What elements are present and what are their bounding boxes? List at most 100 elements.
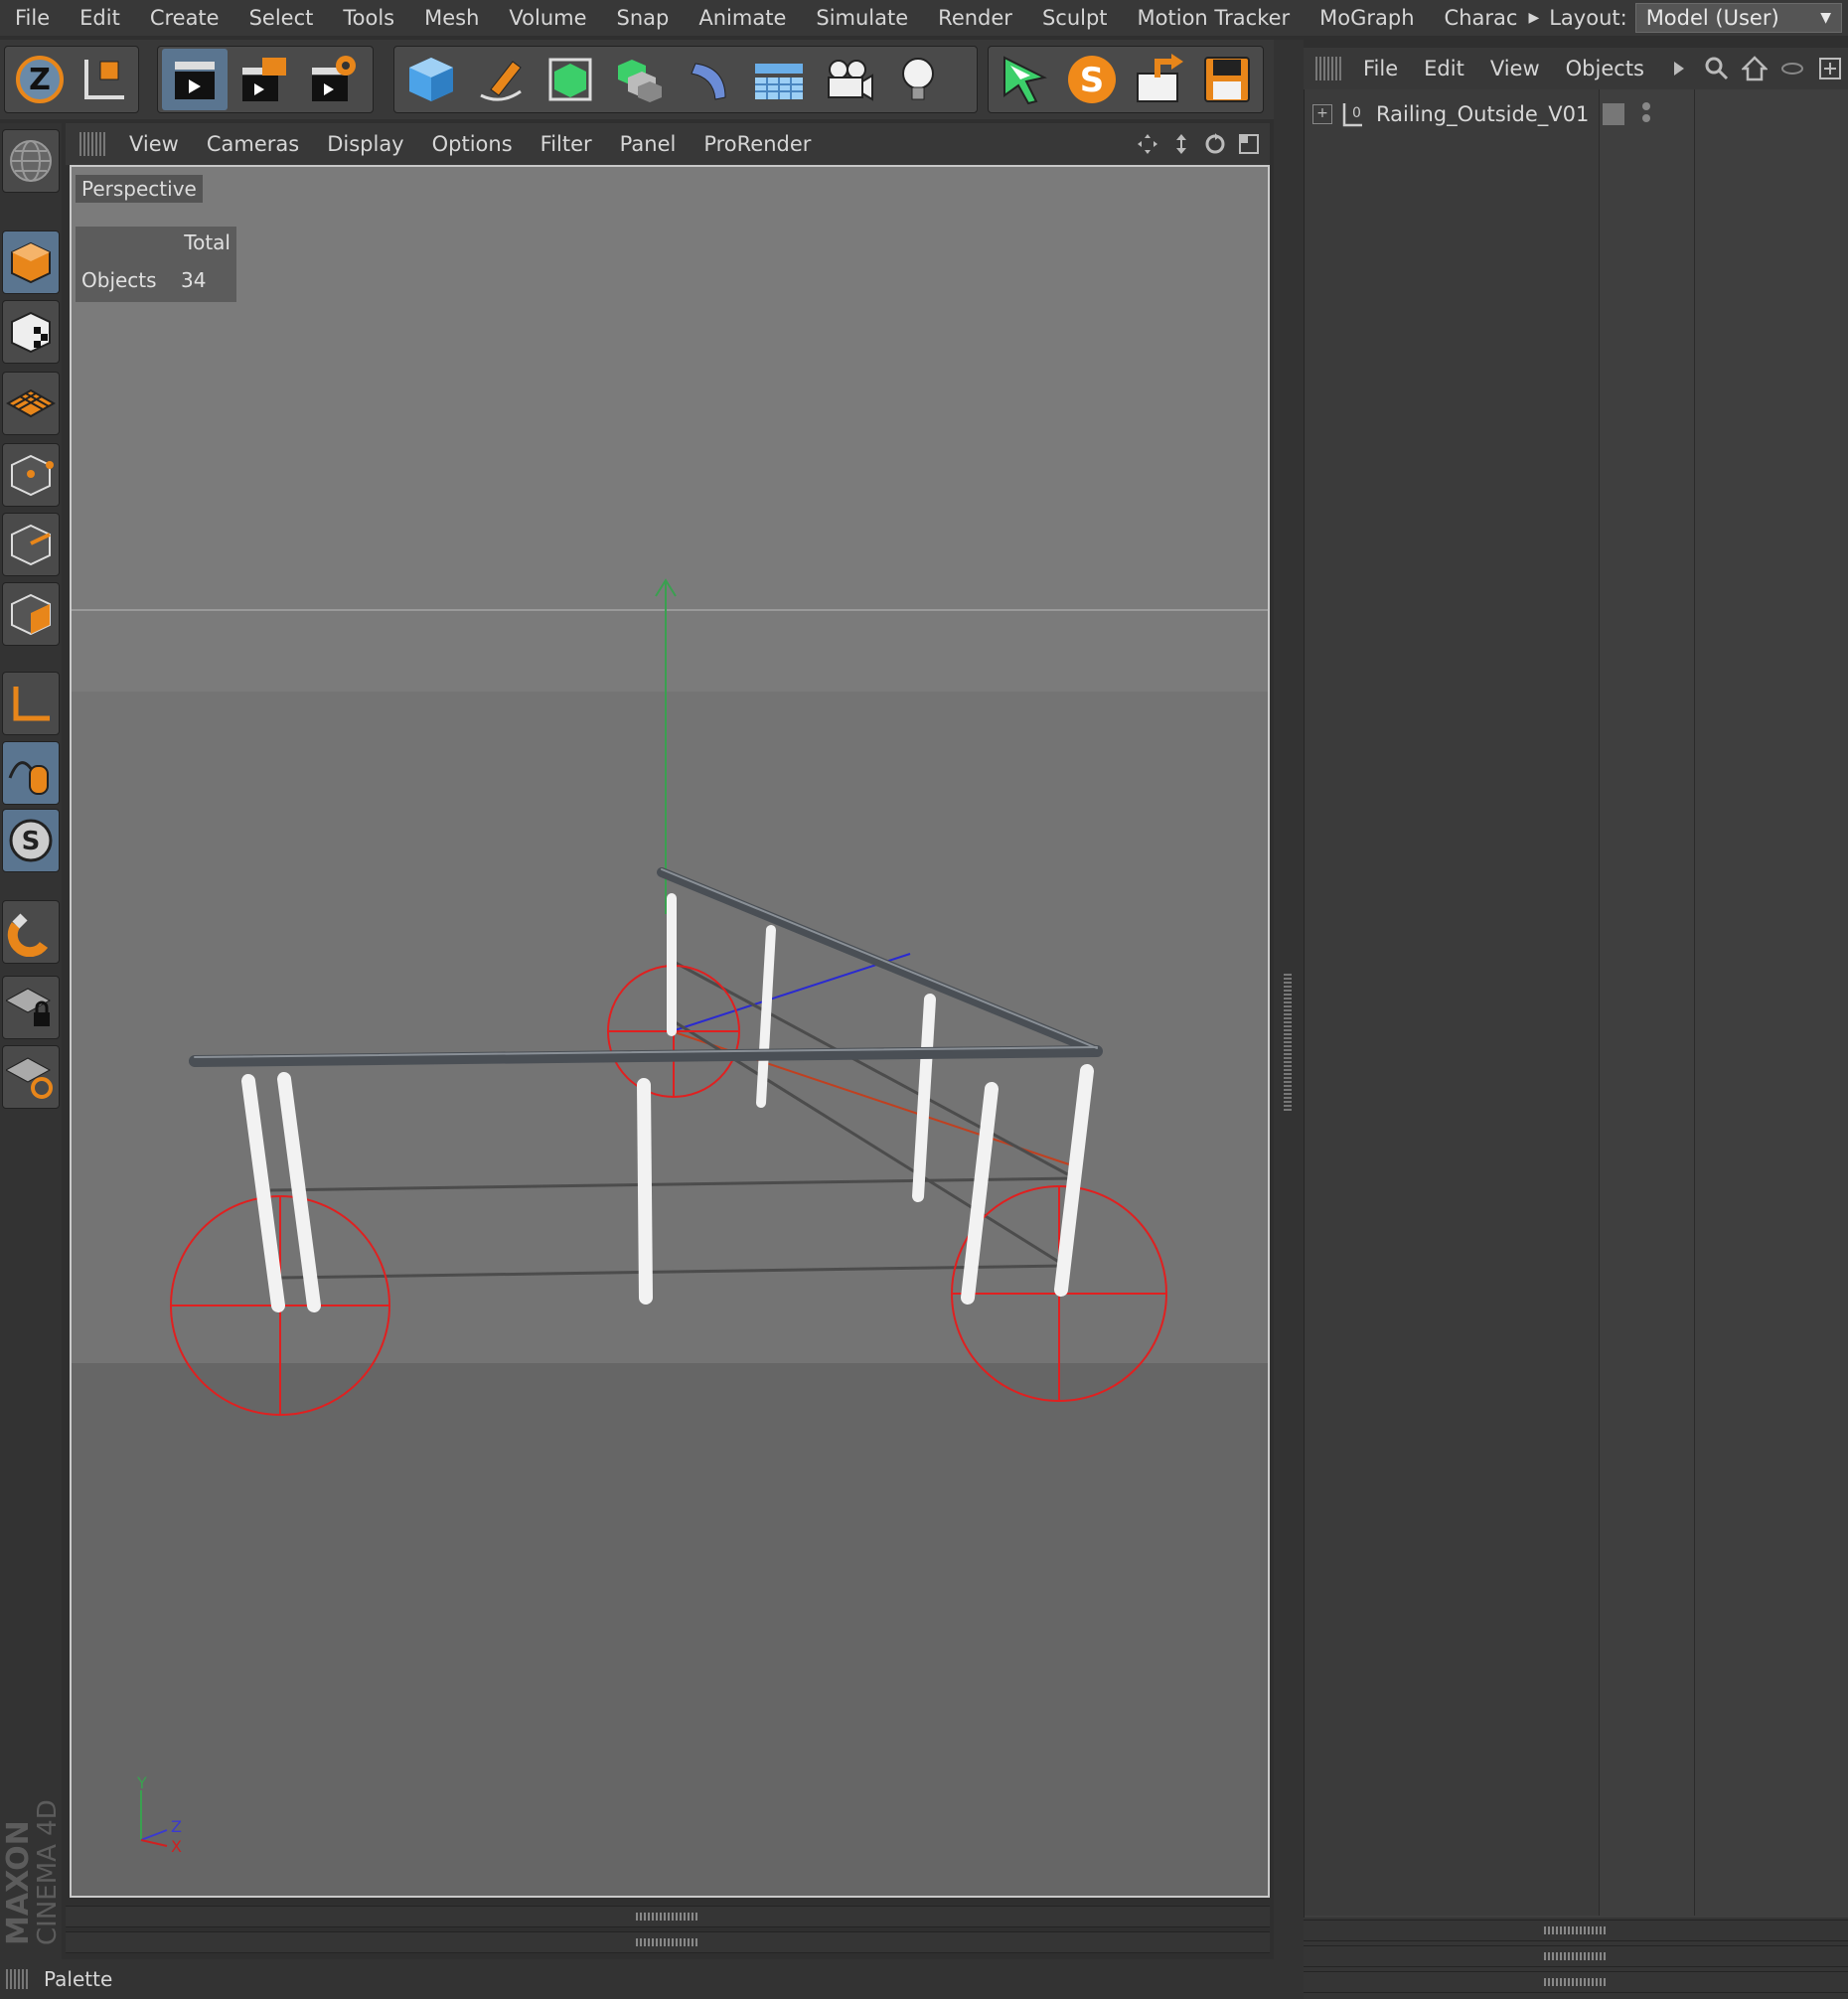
om-splitter-2[interactable] (1304, 1945, 1848, 1967)
object-row[interactable]: + 0 Railing_Outside_V01 (1309, 97, 1845, 131)
pen-button[interactable] (468, 49, 534, 110)
om-splitter-3[interactable] (1304, 1971, 1848, 1993)
solo-mode-button[interactable]: S (2, 809, 60, 872)
viewport-menu-panel[interactable]: Panel (606, 132, 691, 156)
subdivision-surface-button[interactable] (538, 49, 603, 110)
menu-animate[interactable]: Animate (684, 6, 801, 30)
edges-mode-button[interactable] (2, 513, 60, 576)
panel-grip-icon[interactable] (1315, 57, 1341, 80)
3d-viewport[interactable]: Perspective Total Objects 34 Y Z X (70, 165, 1270, 1898)
menu-overflow-arrow-icon[interactable] (1665, 55, 1693, 82)
menu-select[interactable]: Select (234, 6, 329, 30)
move-axis-icon (83, 60, 124, 99)
planar-workplane-button[interactable] (2, 1045, 60, 1109)
polygons-mode-button[interactable] (2, 582, 60, 646)
attributes-splitter[interactable] (66, 1931, 1270, 1953)
menu-create[interactable]: Create (135, 6, 234, 30)
search-icon[interactable] (1703, 55, 1731, 82)
array-button[interactable] (607, 49, 673, 110)
svg-text:CINEMA 4D: CINEMA 4D (33, 1799, 62, 1945)
save-button[interactable] (1195, 49, 1259, 110)
palette-label[interactable]: Palette (44, 1967, 112, 1991)
home-icon[interactable] (1741, 55, 1769, 82)
menu-sculpt[interactable]: Sculpt (1027, 6, 1123, 30)
viewport-menu-filter[interactable]: Filter (527, 132, 606, 156)
om-menu-view[interactable]: View (1478, 57, 1554, 80)
floor-button[interactable] (746, 49, 812, 110)
panel-splitter[interactable] (1274, 40, 1304, 1999)
hud-objects-count: 34 (181, 268, 207, 292)
workplane-mode-button[interactable] (2, 372, 60, 435)
viewport-menu-options[interactable]: Options (418, 132, 527, 156)
snap-mode-button[interactable] (2, 900, 60, 964)
points-mode-button[interactable] (2, 443, 60, 507)
menu-mesh[interactable]: Mesh (409, 6, 494, 30)
globe-button[interactable] (2, 129, 60, 193)
open-button[interactable] (1128, 49, 1191, 110)
menu-snap[interactable]: Snap (602, 6, 685, 30)
axis-mode-icon (13, 687, 50, 721)
render-settings-button[interactable] (301, 49, 367, 110)
edges-cube-icon (11, 524, 51, 566)
link-icon[interactable] (1778, 55, 1806, 82)
om-splitter-1[interactable] (1304, 1920, 1848, 1941)
menu-character[interactable]: Charac (1430, 6, 1533, 30)
menu-motion-tracker[interactable]: Motion Tracker (1123, 6, 1306, 30)
layout-select[interactable]: Model (User) ▼ (1634, 3, 1842, 33)
camera-name-label[interactable]: Perspective (76, 175, 203, 203)
om-menu-objects[interactable]: Objects (1554, 57, 1658, 80)
viewport-nav-controls (1135, 131, 1262, 157)
locked-workplane-button[interactable] (2, 976, 60, 1039)
om-menu-file[interactable]: File (1351, 57, 1412, 80)
layer-color-icon[interactable] (1603, 103, 1624, 125)
sketch-s-icon: S (1068, 56, 1116, 103)
cursor-arrow-icon (1003, 56, 1047, 105)
texture-mode-button[interactable] (2, 300, 60, 364)
render-settings-icon (312, 56, 356, 101)
snap-move-button[interactable] (993, 49, 1056, 110)
viewport-menu-display[interactable]: Display (313, 132, 417, 156)
menu-mograph[interactable]: MoGraph (1305, 6, 1429, 30)
polygons-cube-icon (11, 593, 51, 636)
sketch-button[interactable]: S (1060, 49, 1124, 110)
maximize-view-icon[interactable] (1236, 131, 1262, 157)
timeline-splitter[interactable] (66, 1906, 1270, 1927)
axis-mode-button[interactable] (2, 672, 60, 735)
panel-grip-icon[interactable] (79, 132, 105, 156)
cube-button[interactable] (398, 49, 464, 110)
palette-grip-icon[interactable] (6, 1969, 28, 1989)
layout-select-value: Model (User) (1645, 6, 1779, 30)
deformer-button[interactable] (677, 49, 742, 110)
zoom-icon[interactable] (1168, 131, 1194, 157)
menu-edit[interactable]: Edit (65, 6, 135, 30)
visibility-dots-icon[interactable] (1640, 98, 1652, 130)
new-window-icon[interactable] (1816, 55, 1844, 82)
tweak-mode-button[interactable] (2, 741, 60, 805)
viewport-menu-view[interactable]: View (115, 132, 193, 156)
object-name[interactable]: Railing_Outside_V01 (1376, 102, 1589, 126)
menu-file[interactable]: File (0, 6, 65, 30)
render-view-button[interactable] (162, 49, 228, 110)
rotate-icon[interactable] (1202, 131, 1228, 157)
live-selection-button[interactable] (74, 49, 134, 110)
undo-button[interactable]: Z (9, 49, 70, 110)
render-picture-viewer-button[interactable] (231, 49, 297, 110)
viewport-menu-prorender[interactable]: ProRender (690, 132, 825, 156)
expand-plus-icon[interactable]: + (1312, 104, 1332, 124)
null-object-icon: 0 (1340, 101, 1366, 127)
model-mode-button[interactable] (2, 231, 60, 294)
menu-volume[interactable]: Volume (494, 6, 601, 30)
workplane-grid-icon (6, 388, 56, 418)
light-button[interactable] (885, 49, 951, 110)
menu-overflow-arrow-icon[interactable]: ▶ (1528, 10, 1539, 26)
camera-button[interactable] (816, 49, 881, 110)
axis-y-label: Y (136, 1774, 147, 1792)
om-menu-edit[interactable]: Edit (1412, 57, 1478, 80)
om-name-column (1305, 89, 1600, 1916)
menu-simulate[interactable]: Simulate (801, 6, 923, 30)
pan-icon[interactable] (1135, 131, 1160, 157)
menu-tools[interactable]: Tools (328, 6, 409, 30)
viewport-menu-cameras[interactable]: Cameras (193, 132, 313, 156)
menu-render[interactable]: Render (923, 6, 1027, 30)
toolbar-group-misc: S (988, 46, 1264, 113)
